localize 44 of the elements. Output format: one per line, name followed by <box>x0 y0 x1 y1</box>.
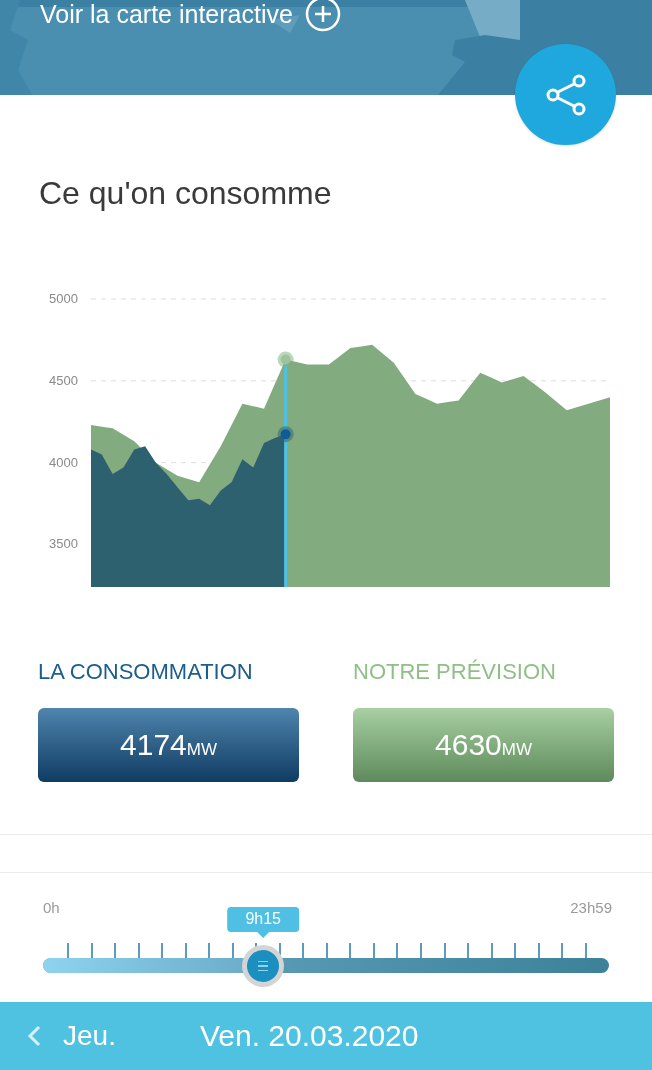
reading-unit: MW <box>501 741 532 758</box>
slider-tick <box>372 943 375 958</box>
slider-thumb[interactable] <box>242 945 285 987</box>
slider-tick <box>208 943 211 958</box>
reading-label: NOTRE PRÉVISION <box>353 661 557 683</box>
slider-tick <box>114 943 117 958</box>
y-axis-label: 4500 <box>49 372 78 388</box>
slider-tick <box>325 943 328 958</box>
slider-tick <box>231 943 234 958</box>
slider-tick <box>514 943 517 958</box>
slider-tick <box>537 943 540 958</box>
y-axis-label: 4000 <box>49 454 78 470</box>
chevron-left-icon <box>27 1025 41 1047</box>
bubble-pointer-icon <box>257 932 270 938</box>
slider-tick <box>584 943 587 958</box>
reading-label: LA CONSOMMATION <box>38 661 254 683</box>
slider-tick <box>419 943 422 958</box>
time-slider-track[interactable] <box>43 958 609 973</box>
slider-tick <box>67 943 69 958</box>
slider-tick <box>137 943 140 958</box>
plus-icon[interactable] <box>304 0 341 32</box>
current-date: Ven. 20.03.2020 <box>199 1021 419 1051</box>
y-axis-label: 3500 <box>49 536 78 552</box>
cursor-marker[interactable] <box>277 351 294 587</box>
slider-tick <box>184 943 187 958</box>
slider-tick <box>443 943 446 958</box>
slider-end-label: 23h59 <box>570 900 612 915</box>
slider-tick <box>349 943 352 958</box>
y-axis-label: 5000 <box>49 291 78 306</box>
slider-tick <box>302 943 305 958</box>
slider-start-label: 0h <box>43 900 60 915</box>
slider-tick <box>161 943 164 958</box>
section-title: Ce qu'on consomme <box>39 177 332 209</box>
slider-tick <box>90 943 93 958</box>
reading-value: 4630 <box>435 730 502 760</box>
reading-unit: MW <box>186 741 217 758</box>
slider-tick <box>561 943 564 958</box>
slider-tick <box>396 943 399 958</box>
interactive-map-link[interactable]: Voir la carte interactive <box>40 1 293 27</box>
previous-day-button[interactable]: Jeu. <box>0 1022 126 1050</box>
slider-tick <box>467 943 470 958</box>
slider-tick <box>490 943 493 958</box>
time-bubble: 9h15 <box>227 907 299 932</box>
reading-value: 4174 <box>120 730 187 760</box>
